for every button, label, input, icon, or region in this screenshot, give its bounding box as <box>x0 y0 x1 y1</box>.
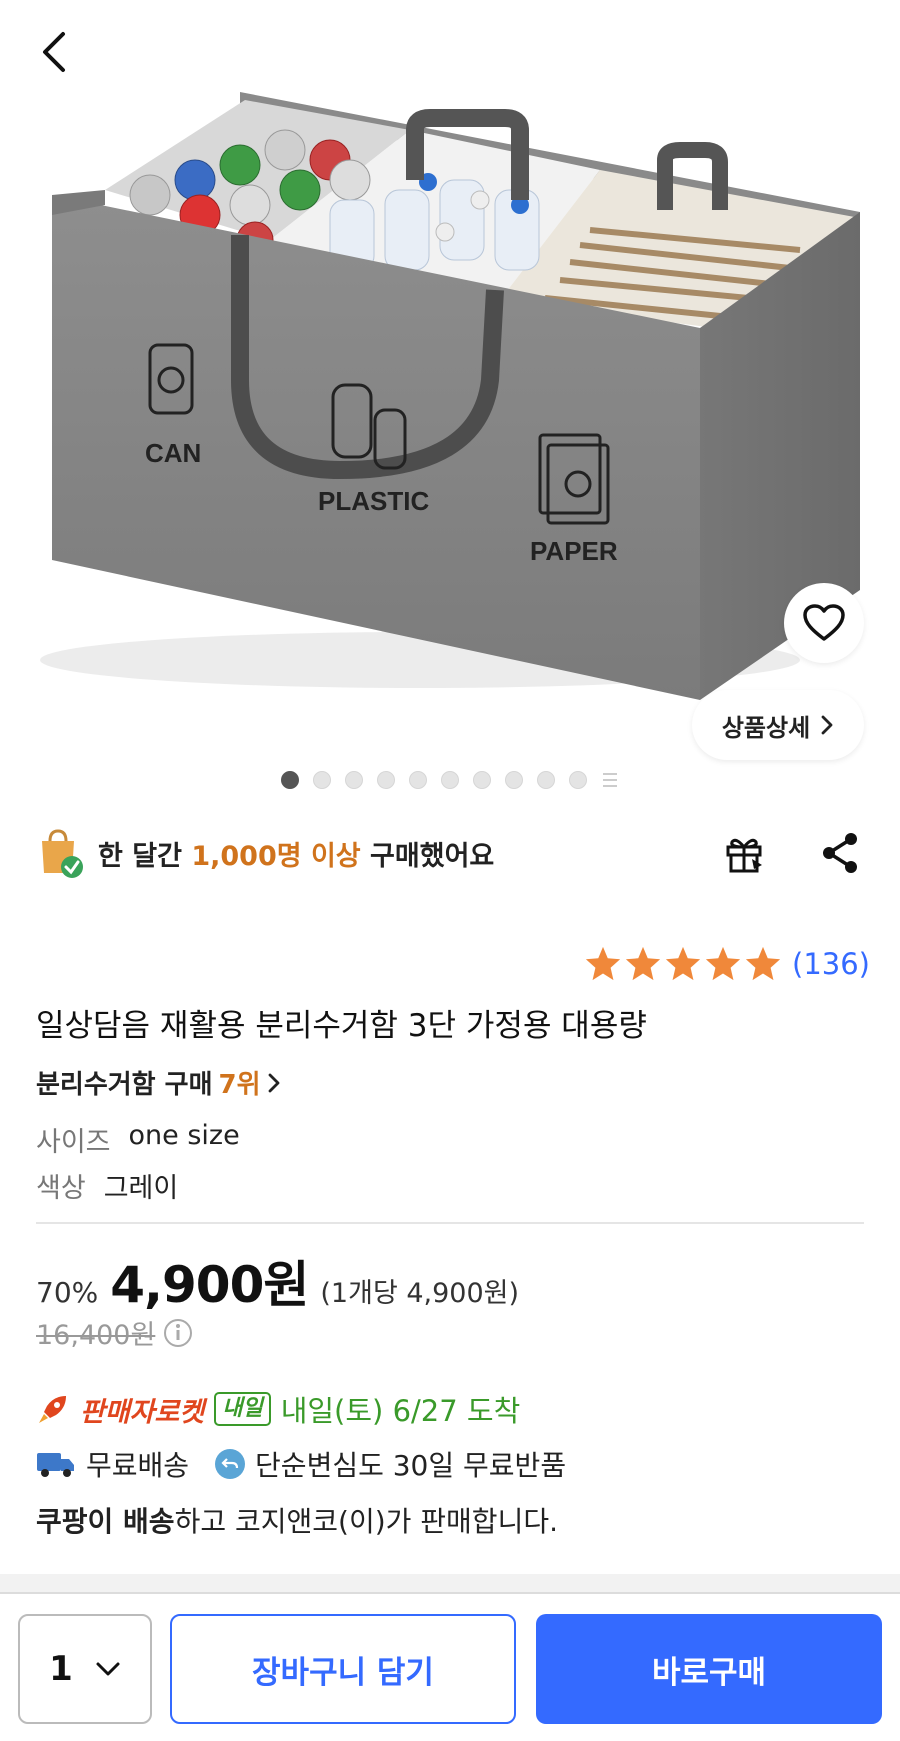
shipping-row: 무료배송 단순변심도 30일 무료반품 <box>36 1444 566 1484</box>
unit-price: (1개당 4,900원) <box>320 1278 520 1309</box>
share-icon <box>823 833 857 873</box>
product-title: 일상담음 재활용 분리수거함 3단 가정용 대용량 <box>36 1008 647 1044</box>
tomorrow-badge: 내일 <box>214 1392 271 1426</box>
gift-icon <box>726 838 762 873</box>
carousel-dot[interactable] <box>377 771 395 789</box>
buy-now-button[interactable]: 바로구매 <box>536 1614 882 1724</box>
star-icon <box>585 946 621 981</box>
bottom-action-bar: 1 장바구니 담기 바로구매 <box>0 1592 900 1741</box>
free-shipping-text: 무료배송 <box>86 1449 190 1482</box>
discount-rate: 70% <box>36 1276 99 1309</box>
carousel-dot[interactable] <box>569 771 587 789</box>
carousel-dot[interactable] <box>409 771 427 789</box>
seller-info: 쿠팡이 배송하고 코지앤코(이)가 판매합니다. <box>36 1505 558 1538</box>
svg-text:PLASTIC: PLASTIC <box>318 486 429 516</box>
info-icon[interactable] <box>163 1318 193 1348</box>
star-icon <box>745 946 781 981</box>
quantity-value: 1 <box>49 1649 73 1689</box>
wishlist-button[interactable] <box>784 583 864 663</box>
star-icon <box>625 946 661 981</box>
option-size: 사이즈 one size <box>36 1120 240 1159</box>
arrival-date: 내일(토) 6/27 도착 <box>280 1394 521 1428</box>
rank-prefix: 분리수거함 구매 <box>36 1070 213 1100</box>
quantity-select[interactable]: 1 <box>18 1614 152 1724</box>
sale-price: 4,900원 <box>110 1256 309 1314</box>
rank-value: 7위 <box>218 1070 261 1100</box>
product-rating[interactable]: (136) <box>584 945 870 983</box>
carousel-dot[interactable] <box>505 771 523 789</box>
carousel-dot[interactable] <box>345 771 363 789</box>
original-price-row: 16,400원 <box>36 1313 193 1352</box>
shopping-bag-check-icon <box>42 829 83 878</box>
free-return-text: 단순변심도 30일 무료반품 <box>255 1449 567 1482</box>
review-count[interactable]: (136) <box>792 947 870 981</box>
original-price: 16,400원 <box>36 1320 156 1351</box>
add-to-cart-button[interactable]: 장바구니 담기 <box>170 1614 516 1724</box>
purchase-count-text: 한 달간 1,000명 이상 구매했어요 <box>98 840 495 872</box>
purchase-count-row: 한 달간 1,000명 이상 구매했어요 <box>36 825 866 881</box>
product-image: CAN PLASTIC PAPER <box>40 92 860 700</box>
product-image-carousel[interactable]: CAN PLASTIC PAPER 상품상세 <box>0 0 900 800</box>
price-row: 70% 4,900원 (1개당 4,900원) <box>36 1245 519 1317</box>
truck-icon <box>37 1453 74 1477</box>
svg-text:CAN: CAN <box>145 438 201 468</box>
share-button[interactable] <box>812 825 868 881</box>
chevron-right-icon <box>268 1073 279 1092</box>
chevron-left-icon <box>43 32 65 72</box>
carousel-dot[interactable] <box>441 771 459 789</box>
category-rank-link[interactable]: 분리수거함 구매 7위 <box>36 1064 281 1101</box>
return-icon <box>215 1449 246 1479</box>
option-value: 그레이 <box>103 1173 179 1204</box>
delivery-row: 판매자로켓 내일 내일(토) 6/27 도착 <box>36 1388 520 1430</box>
option-key: 사이즈 <box>36 1127 111 1158</box>
section-separator <box>0 1574 900 1592</box>
carousel-dot[interactable] <box>313 771 331 789</box>
star-icon <box>705 946 741 981</box>
rocket-label: 판매자로켓 <box>80 1396 205 1428</box>
product-detail-label: 상품상세 <box>721 713 811 742</box>
carousel-dot[interactable] <box>281 771 299 789</box>
carousel-dot[interactable] <box>537 771 555 789</box>
carousel-indicator <box>0 768 900 792</box>
rocket-icon <box>39 1396 66 1423</box>
option-value: one size <box>128 1120 240 1151</box>
option-color: 색상 그레이 <box>36 1166 178 1205</box>
more-images-icon[interactable] <box>601 771 619 789</box>
gift-button[interactable] <box>716 825 772 881</box>
back-button[interactable] <box>30 26 78 78</box>
star-icon <box>665 946 701 981</box>
chevron-down-icon <box>96 1662 120 1676</box>
svg-text:PAPER: PAPER <box>530 536 618 566</box>
chevron-right-icon <box>821 715 833 735</box>
divider <box>36 1222 864 1224</box>
heart-icon <box>803 604 845 641</box>
product-detail-button[interactable]: 상품상세 <box>692 690 864 760</box>
option-key: 색상 <box>36 1173 86 1204</box>
carousel-dot[interactable] <box>473 771 491 789</box>
